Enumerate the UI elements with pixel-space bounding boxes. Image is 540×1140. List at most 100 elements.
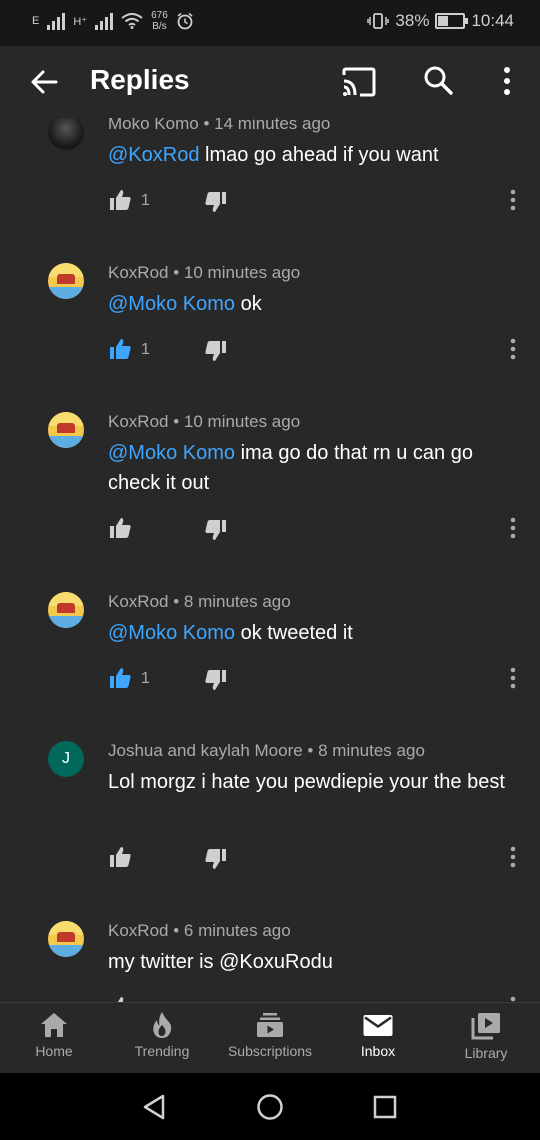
back-triangle-icon[interactable] bbox=[141, 1093, 167, 1121]
comment-meta: KoxRod • 10 minutes ago bbox=[108, 412, 300, 432]
comment-mention[interactable]: @KoxRod bbox=[108, 144, 199, 166]
comment-time: 6 minutes ago bbox=[183, 921, 291, 940]
home-icon bbox=[41, 1013, 67, 1037]
avatar[interactable] bbox=[48, 263, 84, 299]
nav-trending[interactable]: Trending bbox=[108, 1011, 216, 1059]
like-icon-active[interactable] bbox=[108, 666, 132, 690]
page-title: Replies bbox=[90, 64, 190, 95]
avatar[interactable]: J bbox=[48, 741, 84, 777]
nav-label: Home bbox=[35, 1043, 73, 1059]
alarm-icon bbox=[177, 12, 193, 30]
network-type-label-2: H⁺ bbox=[73, 15, 88, 28]
comment-actions: 1 bbox=[108, 666, 528, 696]
comment-author[interactable]: Joshua and kaylah Moore bbox=[108, 741, 303, 760]
comment-author[interactable]: KoxRod bbox=[108, 263, 168, 282]
like-count: 1 bbox=[141, 192, 150, 209]
comment-actions: 1 bbox=[108, 337, 528, 367]
comment-meta: Moko Komo • 14 minutes ago bbox=[108, 118, 330, 134]
comment-text: @Moko Komo ok tweeted it bbox=[108, 618, 508, 648]
battery-icon bbox=[435, 13, 469, 29]
comment-text: Lol morgz i hate you pewdiepie your the … bbox=[108, 767, 508, 797]
status-right: 38% 10:44 bbox=[367, 11, 514, 31]
comment-actions bbox=[108, 995, 528, 1002]
more-vertical-icon[interactable] bbox=[496, 66, 518, 96]
network-speed-unit: B/s bbox=[152, 21, 167, 32]
inbox-icon bbox=[363, 1015, 393, 1036]
nav-subscriptions[interactable]: Subscriptions bbox=[216, 1011, 324, 1059]
home-circle-icon[interactable] bbox=[256, 1093, 284, 1121]
signal-strength-icon-2 bbox=[95, 12, 114, 30]
app-bar: Replies bbox=[0, 46, 540, 118]
comment-author[interactable]: KoxRod bbox=[108, 592, 168, 611]
comment-time: 8 minutes ago bbox=[183, 592, 291, 611]
comment-text: @Moko Komo ok bbox=[108, 289, 508, 319]
comment-actions bbox=[108, 516, 528, 546]
comment-body: my twitter is @KoxuRodu bbox=[108, 951, 333, 973]
comment-body: ok bbox=[235, 293, 262, 315]
system-navigation-bar bbox=[0, 1073, 540, 1140]
avatar[interactable] bbox=[48, 921, 84, 957]
cast-icon[interactable] bbox=[340, 66, 378, 98]
comment-more-icon[interactable] bbox=[508, 666, 518, 690]
clock: 10:44 bbox=[471, 11, 514, 30]
subscriptions-icon bbox=[257, 1013, 283, 1037]
comment-time: 8 minutes ago bbox=[318, 741, 425, 760]
library-icon bbox=[471, 1013, 500, 1040]
comment-author[interactable]: Moko Komo bbox=[108, 118, 199, 133]
like-icon[interactable] bbox=[108, 188, 132, 212]
comment-time: 10 minutes ago bbox=[183, 263, 301, 282]
like-icon-active[interactable] bbox=[108, 337, 132, 361]
meta-separator: • bbox=[173, 263, 180, 282]
vibrate-icon bbox=[367, 13, 390, 29]
meta-separator: • bbox=[203, 118, 210, 133]
comment-author[interactable]: KoxRod bbox=[108, 412, 168, 431]
wifi-icon bbox=[121, 13, 143, 29]
status-bar: E H⁺ 676 B/s 38% 10:44 bbox=[0, 0, 540, 46]
back-arrow-icon[interactable] bbox=[26, 64, 62, 100]
dislike-icon[interactable] bbox=[204, 518, 228, 542]
comment-author[interactable]: KoxRod bbox=[108, 921, 168, 940]
dislike-icon[interactable] bbox=[204, 847, 228, 871]
dislike-icon[interactable] bbox=[204, 190, 228, 214]
comment-mention[interactable]: @Moko Komo bbox=[108, 293, 235, 315]
like-count: 1 bbox=[141, 341, 150, 358]
like-count: 1 bbox=[141, 670, 150, 687]
comment-text: @Moko Komo ima go do that rn u can go ch… bbox=[108, 438, 508, 498]
meta-separator: • bbox=[307, 741, 314, 760]
comment-body: Lol morgz i hate you pewdiepie your the … bbox=[108, 771, 505, 793]
comment-body: ok tweeted it bbox=[235, 622, 353, 644]
nav-library[interactable]: Library bbox=[432, 1011, 540, 1061]
comment-more-icon[interactable] bbox=[508, 188, 518, 212]
avatar[interactable] bbox=[48, 592, 84, 628]
like-icon[interactable] bbox=[108, 995, 132, 1002]
comment-more-icon[interactable] bbox=[508, 845, 518, 869]
comment-actions: 1 bbox=[108, 188, 528, 218]
bottom-navigation: Home Trending Subscriptions Inbox Librar… bbox=[0, 1002, 540, 1074]
comment-mention[interactable]: @Moko Komo bbox=[108, 442, 235, 464]
dislike-icon[interactable] bbox=[204, 668, 228, 692]
comment-actions bbox=[108, 845, 528, 875]
comment-more-icon[interactable] bbox=[508, 516, 518, 540]
like-icon[interactable] bbox=[108, 845, 132, 869]
search-icon[interactable] bbox=[422, 64, 454, 96]
comment-text: my twitter is @KoxuRodu bbox=[108, 947, 508, 977]
dislike-icon[interactable] bbox=[204, 339, 228, 363]
avatar[interactable] bbox=[48, 412, 84, 448]
replies-list[interactable]: Moko Komo • 14 minutes ago @KoxRod lmao … bbox=[0, 118, 540, 1002]
network-type-label: E bbox=[32, 15, 40, 27]
comment-mention[interactable]: @Moko Komo bbox=[108, 622, 235, 644]
nav-home[interactable]: Home bbox=[0, 1011, 108, 1059]
nav-inbox[interactable]: Inbox bbox=[324, 1011, 432, 1059]
comment-meta: KoxRod • 10 minutes ago bbox=[108, 263, 300, 283]
avatar[interactable] bbox=[48, 118, 84, 150]
meta-separator: • bbox=[173, 412, 180, 431]
comment-more-icon[interactable] bbox=[508, 995, 518, 1002]
battery-fill bbox=[438, 16, 449, 26]
comment-meta: KoxRod • 8 minutes ago bbox=[108, 592, 291, 612]
flame-icon bbox=[153, 1012, 172, 1038]
comment-meta: KoxRod • 6 minutes ago bbox=[108, 921, 291, 941]
comment-body: lmao go ahead if you want bbox=[199, 144, 439, 166]
like-icon[interactable] bbox=[108, 516, 132, 540]
recents-square-icon[interactable] bbox=[372, 1094, 398, 1120]
comment-more-icon[interactable] bbox=[508, 337, 518, 361]
